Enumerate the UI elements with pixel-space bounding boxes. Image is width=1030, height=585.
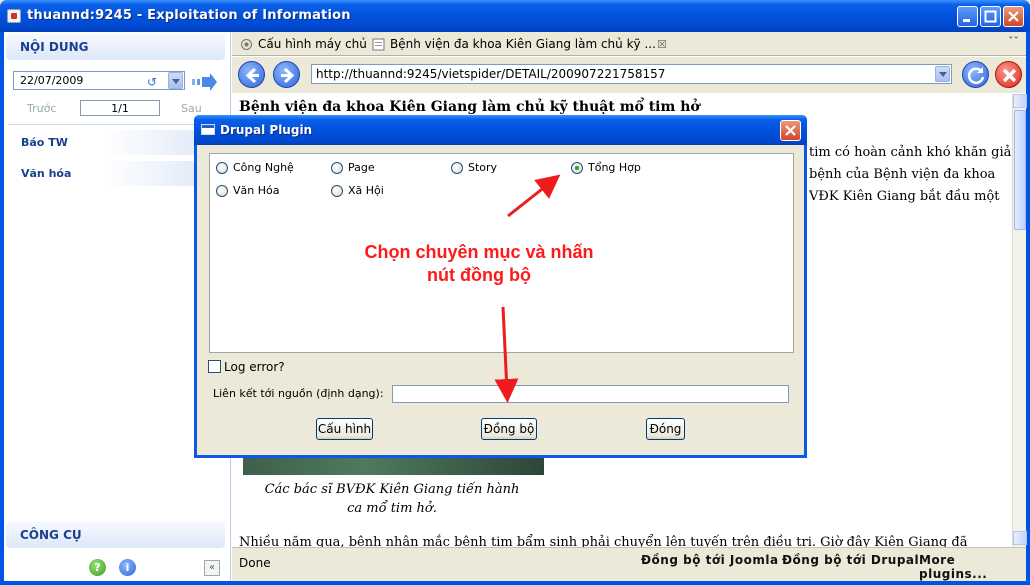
category-bao-tw[interactable]: Báo TW [21,136,68,149]
radio-label: Công Nghệ [233,161,294,174]
window-icon [201,124,215,135]
refresh-icon [967,67,985,84]
app-icon [7,9,21,23]
dialog-title-bar[interactable]: Drupal Plugin [194,115,807,145]
page-icon [372,38,385,51]
dialog-close-button[interactable] [780,120,801,141]
date-field[interactable]: 22/07/2009 [13,71,185,90]
sidebar-footer[interactable]: CÔNG CỤ [6,522,225,548]
title-bar[interactable]: thuannd:9245 - Exploitation of Informati… [0,0,1030,32]
date-dropdown-button[interactable] [168,72,183,89]
log-error-checkbox[interactable] [208,360,221,373]
close-icon [785,125,796,136]
close-dialog-button[interactable]: Đóng [646,418,685,440]
radio-label: Xã Hội [348,184,384,197]
pager-next-button[interactable]: Sau [181,102,202,115]
radio-dot [331,185,343,197]
sidebar-footer-icons: ? i « [4,551,231,581]
tab-server-config[interactable]: Cấu hình máy chủ [236,34,367,56]
more-plugins-link[interactable]: More plugins... [919,553,1026,581]
radio-label: Page [348,161,375,174]
minimize-button[interactable] [957,6,978,27]
sync-joomla-link[interactable]: Đồng bộ tới Joomla [641,553,779,567]
tab-overflow-icon[interactable]: ˇˇ [1008,35,1019,48]
article-text-line: VĐK Kiên Giang bắt đầu một [809,189,1000,204]
go-arrow-icon[interactable] [192,73,218,91]
radio-dot-selected [571,162,583,174]
stop-icon [1002,68,1017,83]
scroll-up-button[interactable] [1013,94,1027,108]
info-icon[interactable]: i [119,559,136,576]
tab-article[interactable]: Bệnh viện đa khoa Kiên Giang làm chủ kỹ … [368,34,656,56]
navigation-bar: http://thuannd:9245/vietspider/DETAIL/20… [232,57,1026,93]
help-icon[interactable]: ? [89,559,106,576]
radio-dot [331,162,343,174]
maximize-button[interactable] [980,6,1001,27]
article-text-line: tim có hoàn cảnh khó khăn giảm [809,145,1012,160]
back-arrow-icon [245,67,259,84]
tab-label: Cấu hình máy chủ [258,37,367,51]
radio-label: Tổng Hợp [588,161,641,174]
photo-caption-line: Các bác sĩ BVĐK Kiên Giang tiến hành [264,482,520,497]
forward-button[interactable] [273,61,300,88]
radio-label: Story [468,161,498,174]
photo-caption-line: ca mổ tim hở. [347,501,437,516]
url-input[interactable]: http://thuannd:9245/vietspider/DETAIL/20… [311,64,952,84]
sync-button[interactable]: Đồng bộ [481,418,537,440]
annotation-line: Chọn chuyên mục và nhấn [364,242,594,262]
article-body-line: Nhiều năm qua, bệnh nhân mắc bệnh tim bẩ… [239,535,968,547]
url-dropdown-button[interactable] [935,66,950,82]
radio-dot [216,162,228,174]
scroll-thumb[interactable] [1014,110,1026,230]
source-link-input[interactable] [392,385,789,403]
back-button[interactable] [238,61,265,88]
tab-label: Bệnh viện đa khoa Kiên Giang làm chủ kỹ … [390,37,656,51]
radio-label: Văn Hóa [233,184,280,197]
category-van-hoa[interactable]: Văn hóa [21,167,71,180]
sync-drupal-link[interactable]: Đồng bộ tới Drupal [782,553,919,567]
pager-prev-button[interactable]: Trước [27,102,56,115]
dialog-title: Drupal Plugin [220,123,313,137]
status-text: Done [239,556,271,570]
forward-arrow-icon [281,67,295,84]
window-title: thuannd:9245 - Exploitation of Informati… [27,8,351,23]
tab-bar: Cấu hình máy chủ Bệnh viện đa khoa Kiên … [232,32,1026,56]
config-button[interactable]: Cấu hình [316,418,373,440]
sidebar-header[interactable]: NỘI DUNG [6,34,225,60]
vertical-scrollbar[interactable] [1012,94,1027,547]
dialog-body: Công Nghệ Page Story Tổng Hợp Văn Hóa Xã… [197,145,804,455]
log-error-label: Log error? [224,360,285,374]
gear-icon [241,39,252,50]
annotation-line: nút đồng bộ [427,265,531,285]
status-bar: Done Đồng bộ tới Joomla Đồng bộ tới Drup… [232,547,1026,581]
stop-button[interactable] [995,61,1022,88]
close-window-button[interactable] [1003,6,1024,27]
article-title: Bệnh viện đa khoa Kiên Giang làm chủ kỹ … [239,99,700,115]
collapse-sidebar-button[interactable]: « [204,560,220,576]
instruction-annotation: Chọn chuyên mục và nhấn nút đồng bộ [339,241,619,287]
article-text-line: bệnh của Bệnh viện đa khoa [809,167,996,182]
source-link-label: Liên kết tới nguồn (định dạng): [213,387,384,400]
refresh-button[interactable] [962,61,989,88]
radio-dot [216,185,228,197]
tab-close-icon[interactable]: ☒ [657,38,667,51]
date-refresh-icon[interactable]: ↺ [147,75,157,89]
scroll-down-button[interactable] [1013,531,1027,545]
radio-dot [451,162,463,174]
pager-page-field[interactable]: 1/1 [80,100,160,116]
